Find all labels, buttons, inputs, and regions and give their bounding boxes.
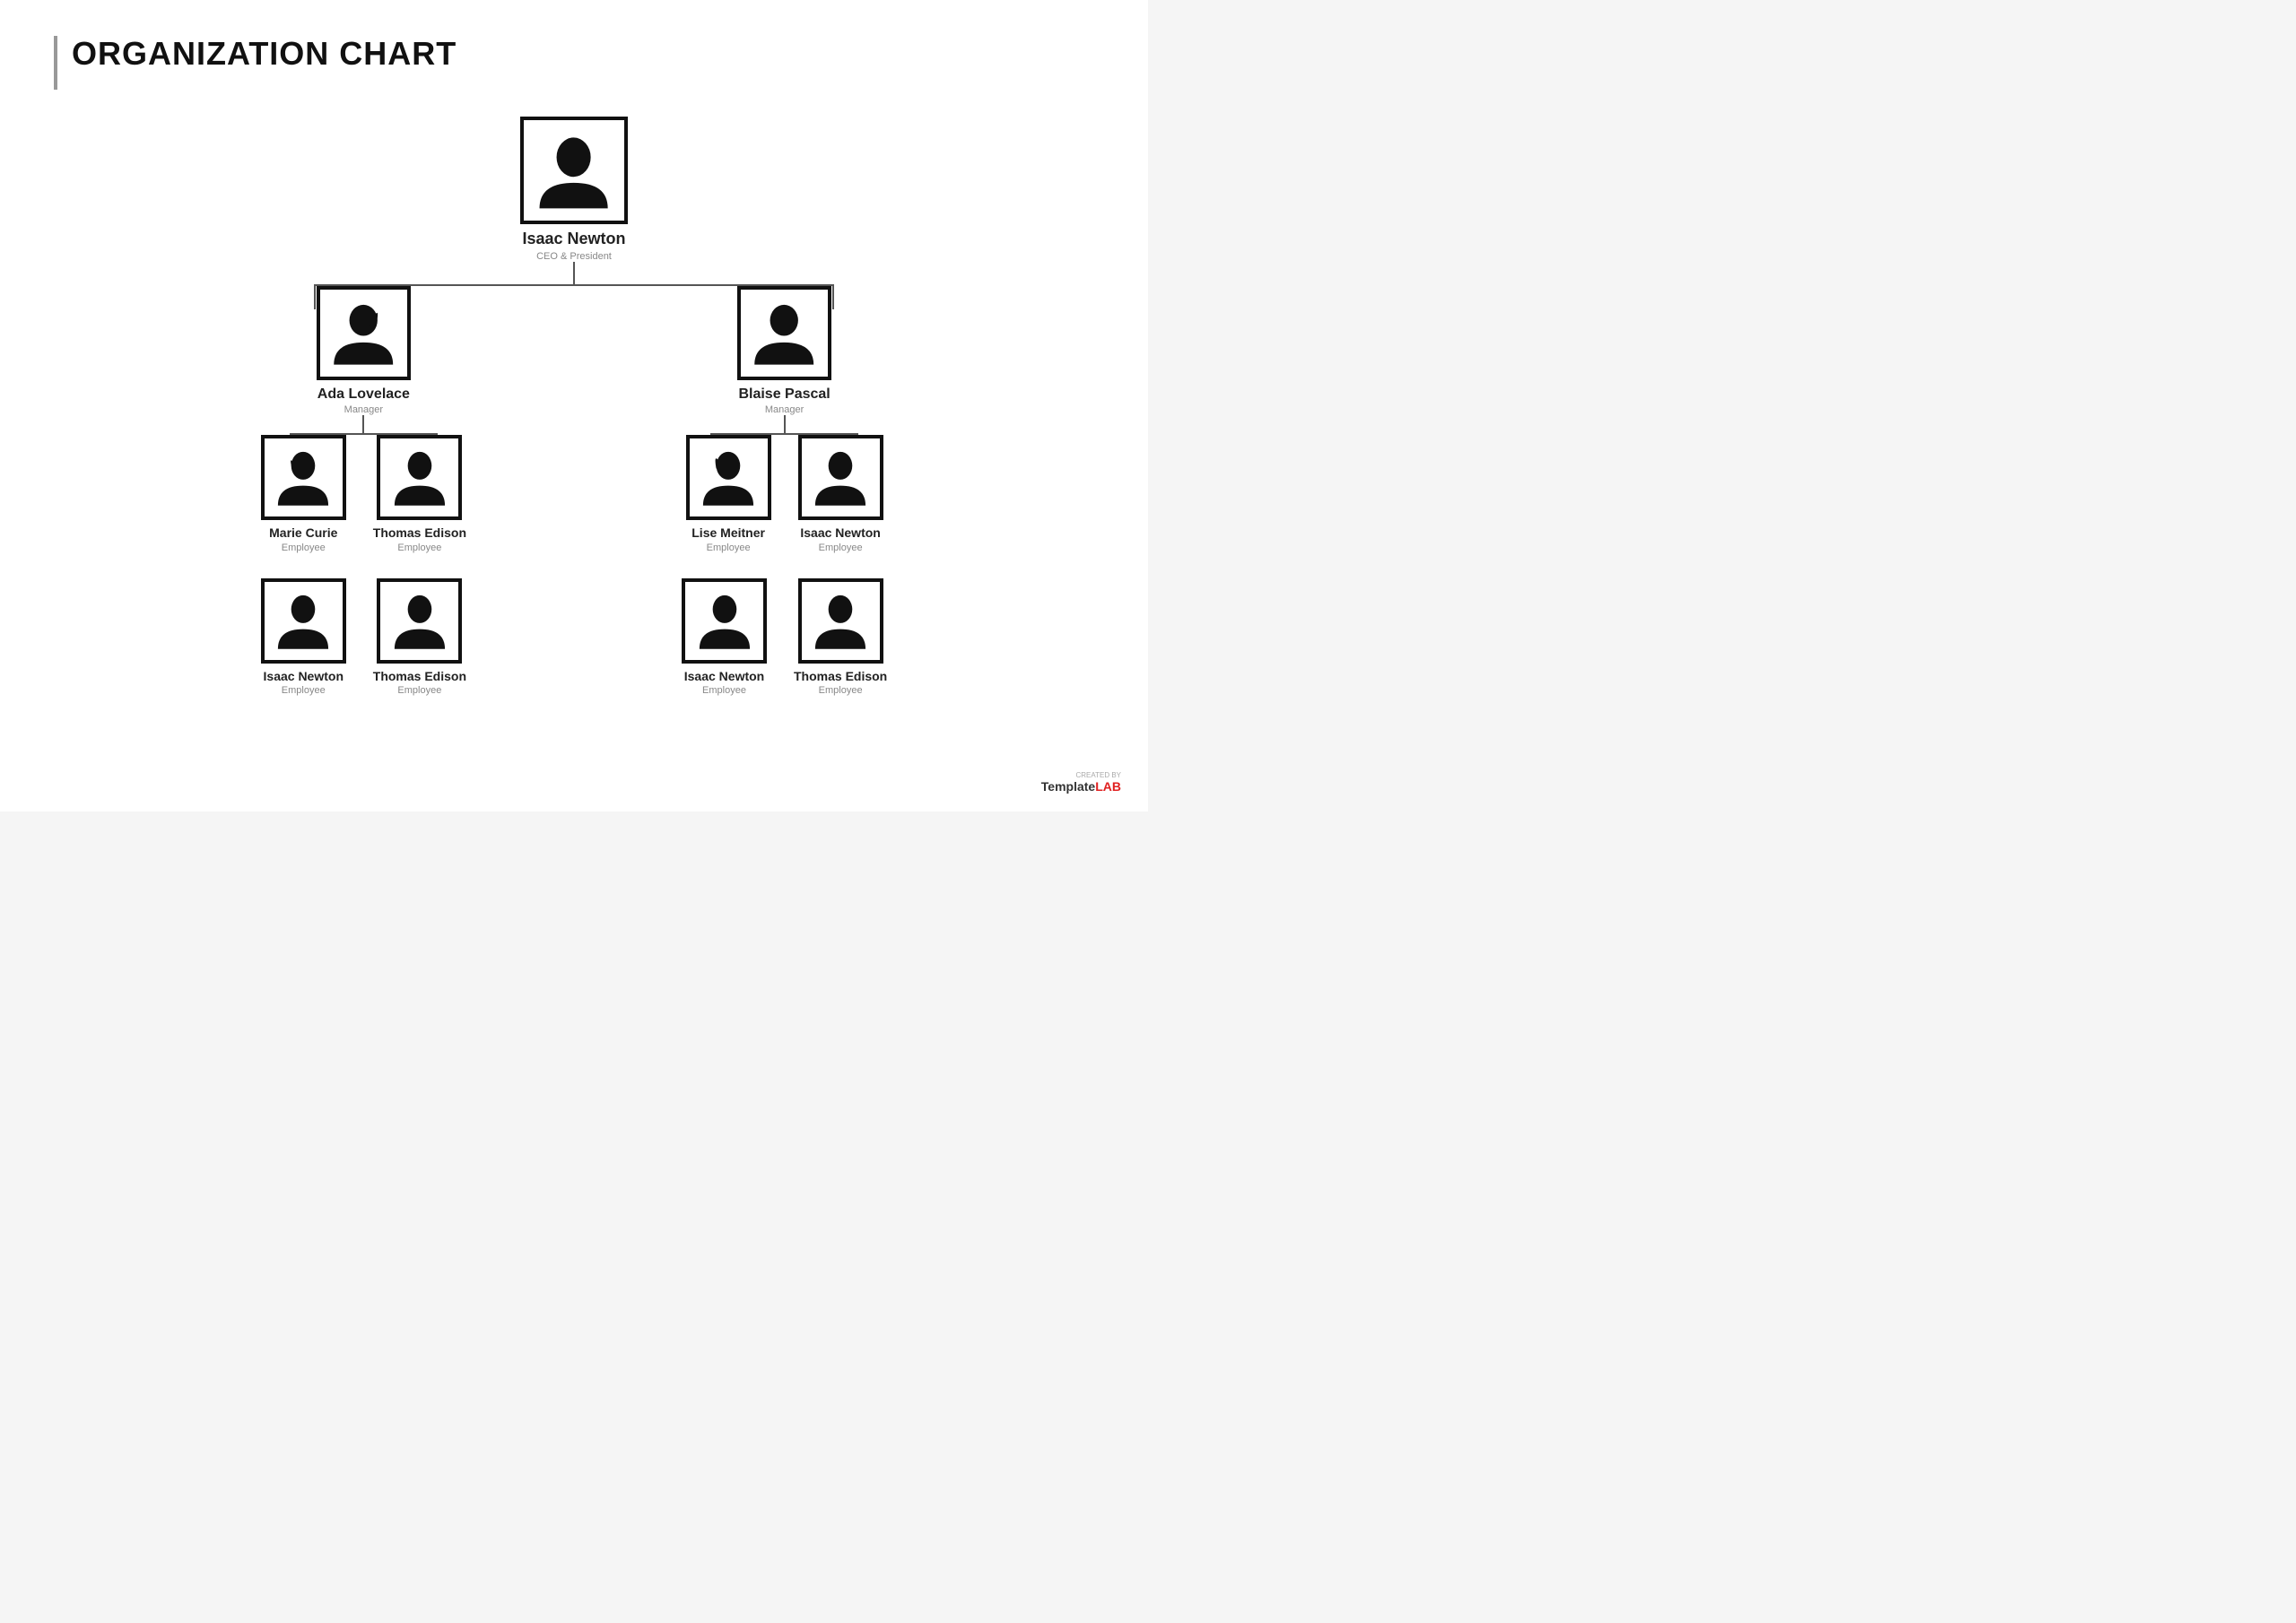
blaise-vline — [784, 415, 786, 433]
silhouette-isaac-blaise1 — [807, 444, 874, 510]
avatar-ceo — [520, 117, 628, 224]
ceo-title: CEO & President — [536, 251, 612, 262]
thomas1-title: Employee — [397, 542, 441, 553]
managers-row: Ada Lovelace Manager — [261, 286, 887, 697]
ceo-name: Isaac Newton — [522, 230, 625, 249]
lise-name: Lise Meitner — [691, 525, 765, 541]
ada-vline — [362, 415, 364, 433]
silhouette-isaac-ada1 — [270, 587, 336, 654]
person-isaac-blaise2: Isaac Newton Employee — [682, 578, 767, 697]
avatar-isaac-blaise1 — [798, 435, 883, 520]
silhouette-isaac-blaise2 — [691, 587, 758, 654]
thomas1-name: Thomas Edison — [373, 525, 466, 541]
ada-employees-row1: Marie Curie Employee Thomas Edison Emplo… — [261, 435, 466, 553]
manager-blaise-branch: Blaise Pascal Manager — [682, 286, 887, 697]
isaac-ada1-name: Isaac Newton — [264, 669, 344, 684]
silhouette-ada — [326, 296, 400, 369]
marie-title: Employee — [282, 542, 326, 553]
ceo-vline — [573, 262, 575, 284]
footer-branding: CREATED BY TemplateLAB — [1041, 771, 1121, 794]
avatar-ada — [317, 286, 411, 380]
brand-template: Template — [1041, 779, 1095, 794]
silhouette-thomas-ada2 — [387, 587, 453, 654]
ceo-connector — [54, 262, 1094, 286]
isaac-blaise2-title: Employee — [702, 685, 746, 696]
avatar-marie — [261, 435, 346, 520]
avatar-thomas1 — [377, 435, 462, 520]
silhouette-thomas-blaise2 — [807, 587, 874, 654]
title-bar — [54, 36, 57, 90]
blaise-title: Manager — [765, 404, 804, 415]
isaac-blaise1-name: Isaac Newton — [800, 525, 880, 541]
person-blaise: Blaise Pascal Manager — [737, 286, 831, 415]
person-thomas-blaise2: Thomas Edison Employee — [794, 578, 887, 697]
person-marie: Marie Curie Employee — [261, 435, 346, 553]
person-isaac-blaise1: Isaac Newton Employee — [798, 435, 883, 553]
marie-name: Marie Curie — [269, 525, 337, 541]
thomas-blaise2-title: Employee — [819, 685, 863, 696]
avatar-blaise — [737, 286, 831, 380]
ada-employees-row2: Isaac Newton Employee Thomas Edison Empl… — [261, 578, 466, 697]
person-ada: Ada Lovelace Manager — [317, 286, 411, 415]
person-ceo: Isaac Newton CEO & President — [520, 117, 628, 262]
manager-ada-branch: Ada Lovelace Manager — [261, 286, 466, 697]
person-isaac-ada1: Isaac Newton Employee — [261, 578, 346, 697]
person-lise: Lise Meitner Employee — [686, 435, 771, 553]
org-chart: Isaac Newton CEO & President — [54, 117, 1094, 696]
silhouette-ceo — [531, 127, 616, 213]
avatar-isaac-ada1 — [261, 578, 346, 664]
isaac-blaise1-title: Employee — [819, 542, 863, 553]
ada-title: Manager — [344, 404, 383, 415]
page-title: ORGANIZATION CHART — [72, 36, 457, 72]
created-by-label: CREATED BY — [1041, 771, 1121, 779]
avatar-lise — [686, 435, 771, 520]
thomas-ada2-name: Thomas Edison — [373, 669, 466, 684]
silhouette-thomas1 — [387, 444, 453, 510]
ceo-level: Isaac Newton CEO & President — [520, 117, 628, 262]
blaise-employees-row2: Isaac Newton Employee Thomas Edison Empl… — [682, 578, 887, 697]
person-thomas-ada2: Thomas Edison Employee — [373, 578, 466, 697]
right-drop — [832, 284, 834, 309]
brand-label: TemplateLAB — [1041, 779, 1121, 794]
thomas-blaise2-name: Thomas Edison — [794, 669, 887, 684]
avatar-isaac-blaise2 — [682, 578, 767, 664]
blaise-employees-row1: Lise Meitner Employee Isaac Newton Emplo… — [686, 435, 883, 553]
title-section: ORGANIZATION CHART — [54, 36, 1094, 90]
brand-lab: LAB — [1095, 779, 1121, 794]
silhouette-lise — [695, 444, 761, 510]
silhouette-blaise — [747, 296, 821, 369]
thomas-ada2-title: Employee — [397, 685, 441, 696]
ada-name: Ada Lovelace — [317, 386, 410, 403]
person-thomas1: Thomas Edison Employee — [373, 435, 466, 553]
blaise-name: Blaise Pascal — [738, 386, 830, 403]
avatar-thomas-blaise2 — [798, 578, 883, 664]
isaac-blaise2-name: Isaac Newton — [684, 669, 764, 684]
lise-title: Employee — [707, 542, 751, 553]
silhouette-marie — [270, 444, 336, 510]
avatar-thomas-ada2 — [377, 578, 462, 664]
left-drop — [314, 284, 316, 309]
isaac-ada1-title: Employee — [282, 685, 326, 696]
